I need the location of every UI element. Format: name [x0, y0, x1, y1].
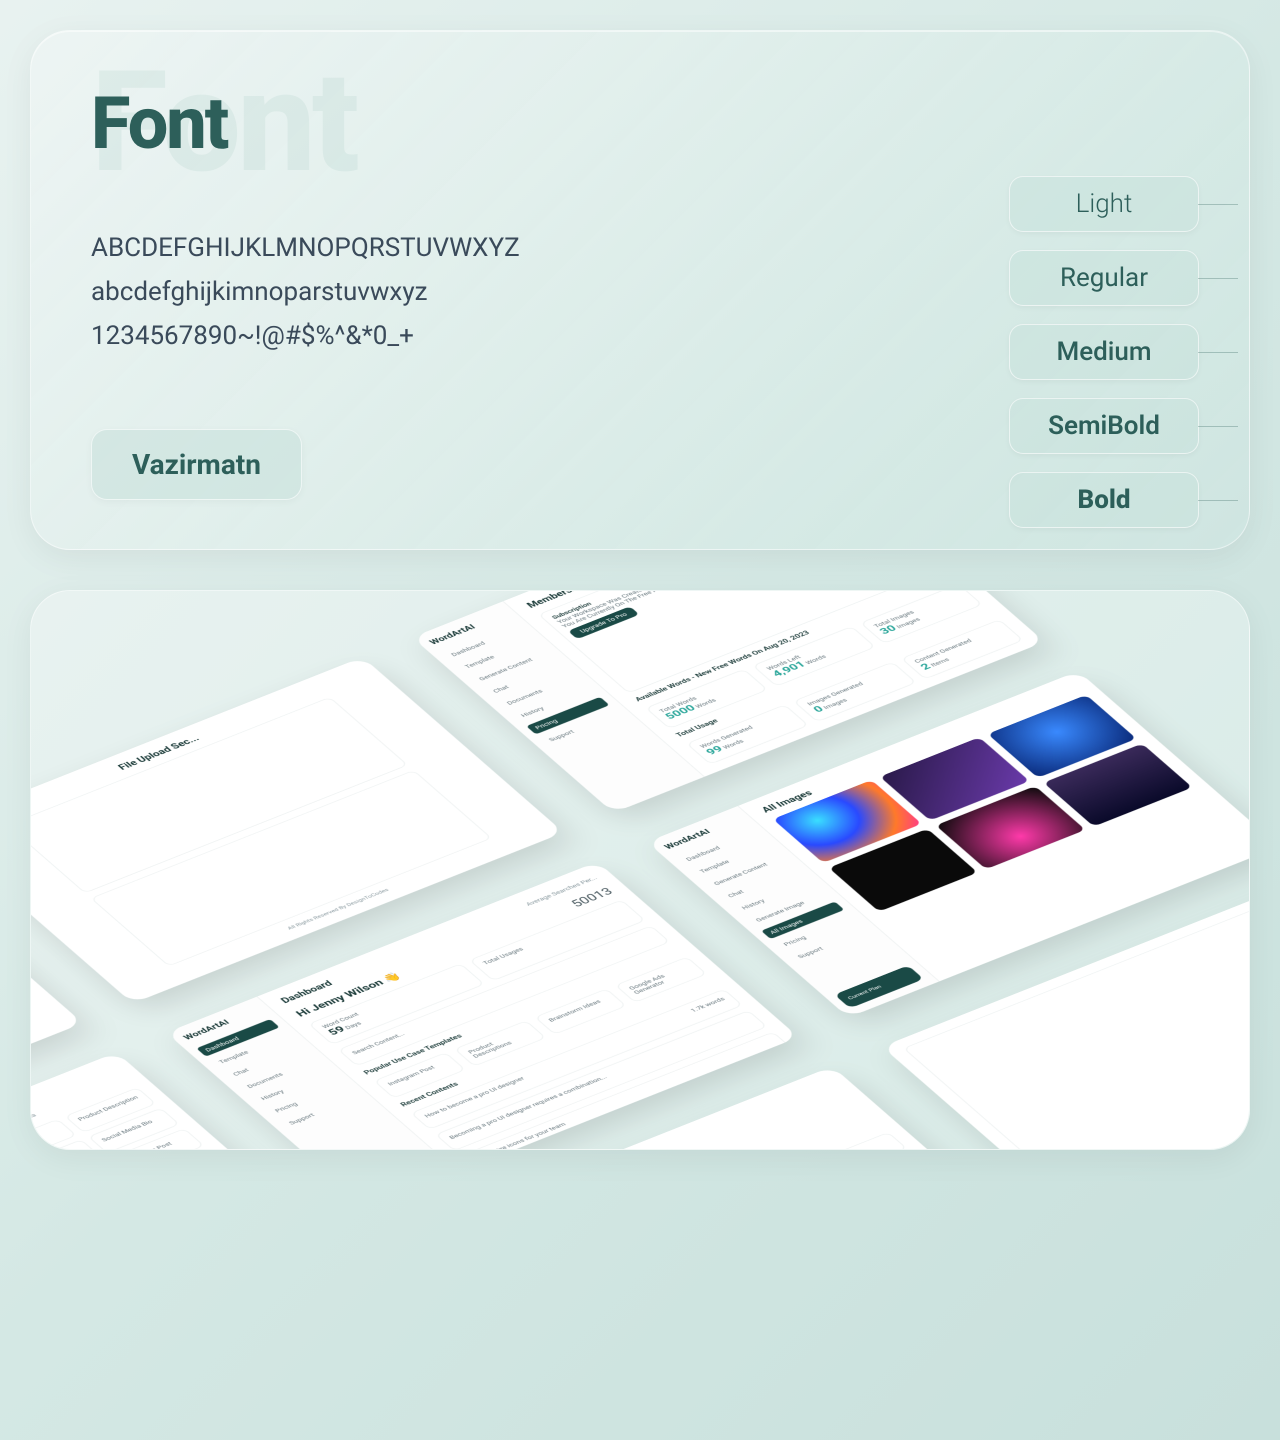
- card-title: Font: [91, 81, 1189, 166]
- template-card: Google Ads Generator: [615, 957, 707, 1003]
- template-card: Instagram Post: [374, 1052, 466, 1098]
- stat-suffix: Words: [804, 654, 828, 666]
- template-card: Product Descriptions: [454, 1020, 546, 1066]
- stat-suffix: Items: [929, 657, 951, 668]
- weight-chip-light: Light: [1009, 176, 1199, 232]
- stat-suffix: Days: [343, 1020, 363, 1030]
- stat-suffix: Words: [721, 738, 745, 750]
- weight-chip-medium: Medium: [1009, 324, 1199, 380]
- stat-suffix: Words: [694, 697, 718, 709]
- weights-column: Light Regular Medium SemiBold Bold: [1009, 176, 1199, 528]
- weight-chip-regular: Regular: [1009, 250, 1199, 306]
- stat-label: Total Words: [658, 676, 747, 714]
- stat-label: Words Left: [765, 634, 854, 672]
- upgrade-title: Current Plan: [847, 973, 912, 1001]
- template-card: Brainstorm Ideas: [534, 988, 626, 1034]
- upgrade-box: Current Plan: [834, 965, 923, 1008]
- weight-chip-bold: Bold: [1009, 472, 1199, 528]
- font-specimen-card: Font Font ABCDEFGHIJKLMNOPQRSTUVWXYZ abc…: [30, 30, 1250, 550]
- font-name-chip: Vazirmatn: [91, 429, 302, 500]
- stat-label: Content Generated: [913, 627, 1002, 665]
- item-meta: 1.7k words: [689, 996, 730, 1017]
- stat-label: Words Generated: [699, 712, 788, 750]
- weight-chip-semibold: SemiBold: [1009, 398, 1199, 454]
- mockups-showcase-card: WordArtAI Dashboard Template Generate Im…: [30, 590, 1250, 1150]
- isometric-plane: WordArtAI Dashboard Template Generate Im…: [30, 590, 1250, 1150]
- stat-label: Images Generated: [806, 669, 895, 707]
- stat-label: Total Images: [872, 591, 961, 629]
- template-grid: Paragraph Writer Blog Post Idea Short St…: [30, 1087, 229, 1150]
